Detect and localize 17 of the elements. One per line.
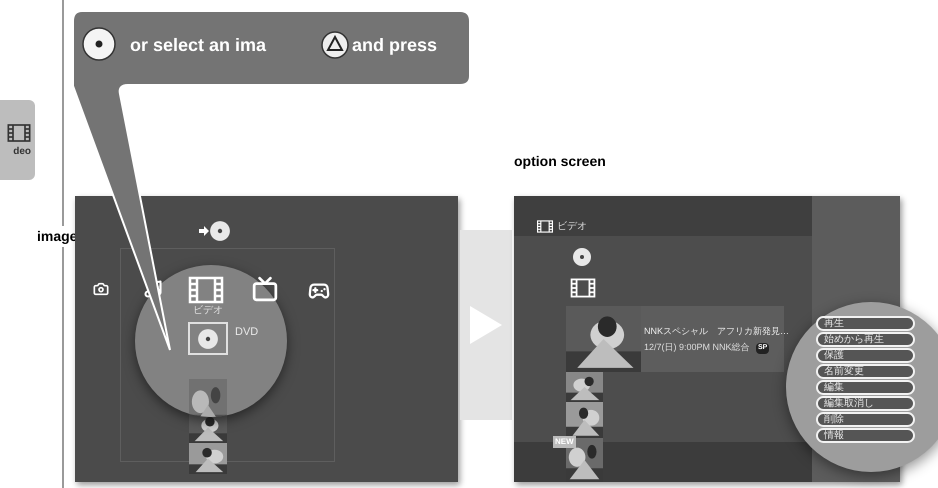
screen-caption: option screen — [514, 152, 606, 171]
menu-item[interactable]: 始めから再生 — [816, 332, 915, 347]
callout-text: and press — [352, 34, 438, 57]
menu-item[interactable]: 名前変更 — [816, 364, 915, 379]
menu-item[interactable]: 編集取消し — [816, 396, 915, 411]
callout-text: or select an ima — [130, 34, 266, 57]
sidebar-tab[interactable]: deo — [0, 100, 35, 180]
category-label: ビデオ — [193, 304, 223, 318]
menu-item[interactable]: 保護 — [816, 348, 915, 363]
menu-item[interactable]: 情報 — [816, 428, 915, 443]
menu-item[interactable]: 編集 — [816, 380, 915, 395]
menu-item[interactable]: 削除 — [816, 412, 915, 427]
new-badge: NEW — [553, 436, 576, 448]
disc-label: DVD — [235, 325, 258, 340]
video-details: 12/7(日) 9:00PM NNK総合 — [644, 341, 750, 354]
header-label: ビデオ — [557, 220, 587, 234]
menu-item[interactable]: 再生 — [816, 316, 915, 331]
